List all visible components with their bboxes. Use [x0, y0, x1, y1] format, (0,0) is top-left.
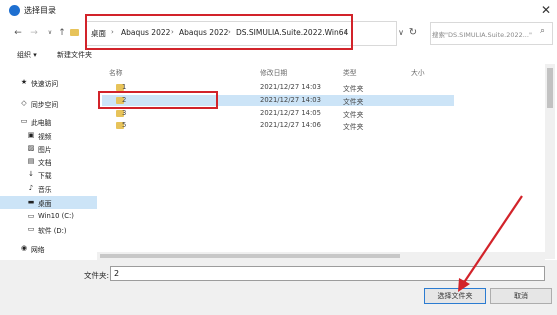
file-type: 文件夹: [343, 98, 364, 106]
sidebar-item-icon: ▣: [27, 131, 35, 139]
file-type: 文件夹: [343, 123, 364, 131]
sidebar-item-label: 软件 (D:): [38, 227, 67, 235]
sidebar-item-label: Win10 (C:): [38, 212, 74, 220]
sidebar-item-icon: ▭: [27, 212, 35, 220]
vertical-scroll-thumb[interactable]: [547, 68, 553, 108]
file-type: 文件夹: [343, 85, 364, 93]
sidebar-item-icon: ♪: [28, 184, 34, 192]
sidebar-item-label: 桌面: [38, 200, 52, 208]
file-type: 文件夹: [343, 111, 364, 119]
sidebar-item-icon: ◉: [20, 244, 28, 252]
window-title: 选择目录: [24, 6, 56, 15]
sidebar-item[interactable]: ▤ 文档: [0, 155, 97, 168]
sidebar-item[interactable]: ★ 快速访问: [0, 76, 97, 89]
file-date: 2021/12/27 14:05: [260, 109, 321, 117]
file-date: 2021/12/27 14:03: [260, 96, 321, 104]
sidebar-item-icon: ↓: [28, 170, 34, 178]
sidebar-item-icon: ▨: [27, 144, 35, 152]
file-name: 1: [122, 83, 127, 91]
sidebar-item[interactable]: ▬ 桌面: [0, 196, 97, 209]
sidebar-item[interactable]: ▨ 图片: [0, 142, 97, 155]
file-date: 2021/12/27 14:06: [260, 121, 321, 129]
folder-icon: [70, 29, 79, 36]
sidebar-item[interactable]: ▣ 视频: [0, 129, 97, 142]
sidebar-item-label: 文档: [38, 159, 52, 167]
organize-menu[interactable]: 组织 ▾: [17, 50, 37, 60]
sidebar-item-label: 图片: [38, 146, 52, 154]
sidebar-item-label: 快速访问: [31, 80, 59, 88]
column-header-date[interactable]: 修改日期: [260, 67, 287, 77]
sidebar-item[interactable]: ◉ 网络: [0, 242, 97, 255]
highlight-box-folder: [98, 91, 218, 109]
search-placeholder: 搜索"DS.SIMULIA.Suite.2022...": [432, 31, 532, 39]
sidebar-item-icon: ▤: [27, 157, 35, 165]
search-icon[interactable]: ⌕: [540, 26, 545, 36]
sidebar-item-label: 下载: [38, 172, 52, 180]
sidebar-item-label: 音乐: [38, 186, 52, 194]
column-header-size[interactable]: 大小: [411, 67, 425, 77]
sidebar-item-icon: ★: [20, 78, 28, 86]
sidebar-item-icon: ◇: [21, 99, 27, 107]
select-folder-button[interactable]: 选择文件夹: [424, 288, 486, 304]
sidebar-item-icon: ▬: [27, 198, 35, 206]
highlight-box-address: [85, 14, 353, 50]
sidebar-item[interactable]: ▭ 此电脑: [0, 115, 97, 128]
cancel-button[interactable]: 取消: [490, 288, 552, 304]
recent-locations-dropdown[interactable]: ∨: [44, 27, 56, 39]
folder-input[interactable]: [110, 266, 545, 281]
column-header-name[interactable]: 名称: [109, 67, 123, 77]
sidebar-item-icon: ▭: [27, 225, 35, 233]
sidebar-item[interactable]: ◇ 同步空间: [0, 97, 97, 110]
sidebar-item-label: 网络: [31, 246, 45, 254]
sidebar-item[interactable]: ▭ 软件 (D:): [0, 223, 97, 236]
file-name: 5: [122, 121, 127, 129]
folder-label: 文件夹:: [84, 271, 110, 280]
forward-button[interactable]: →: [28, 27, 40, 39]
new-folder-button[interactable]: 新建文件夹: [57, 50, 92, 60]
file-name: 3: [122, 109, 127, 117]
file-row[interactable]: 5 2021/12/27 14:06 文件夹: [102, 120, 454, 131]
sidebar-item[interactable]: ▭ Win10 (C:): [0, 210, 97, 223]
refresh-icon[interactable]: ↻: [406, 23, 420, 43]
app-icon: [9, 5, 20, 16]
folder-input-value: 2: [114, 269, 120, 278]
sidebar-item-label: 此电脑: [31, 119, 52, 127]
sidebar-item-label: 同步空间: [31, 101, 59, 109]
back-button[interactable]: ←: [12, 27, 24, 39]
sidebar-item-icon: ▭: [20, 117, 28, 125]
sidebar-item[interactable]: ↓ 下载: [0, 168, 97, 181]
file-row[interactable]: 3 2021/12/27 14:05 文件夹: [102, 108, 454, 119]
sidebar-item[interactable]: ♪ 音乐: [0, 182, 97, 195]
column-header-type[interactable]: 类型: [343, 67, 357, 77]
sidebar-item-label: 视频: [38, 133, 52, 141]
up-button[interactable]: ↑: [56, 27, 68, 39]
horizontal-scroll-thumb[interactable]: [100, 254, 400, 258]
file-date: 2021/12/27 14:03: [260, 83, 321, 91]
close-icon[interactable]: ✕: [535, 0, 557, 20]
